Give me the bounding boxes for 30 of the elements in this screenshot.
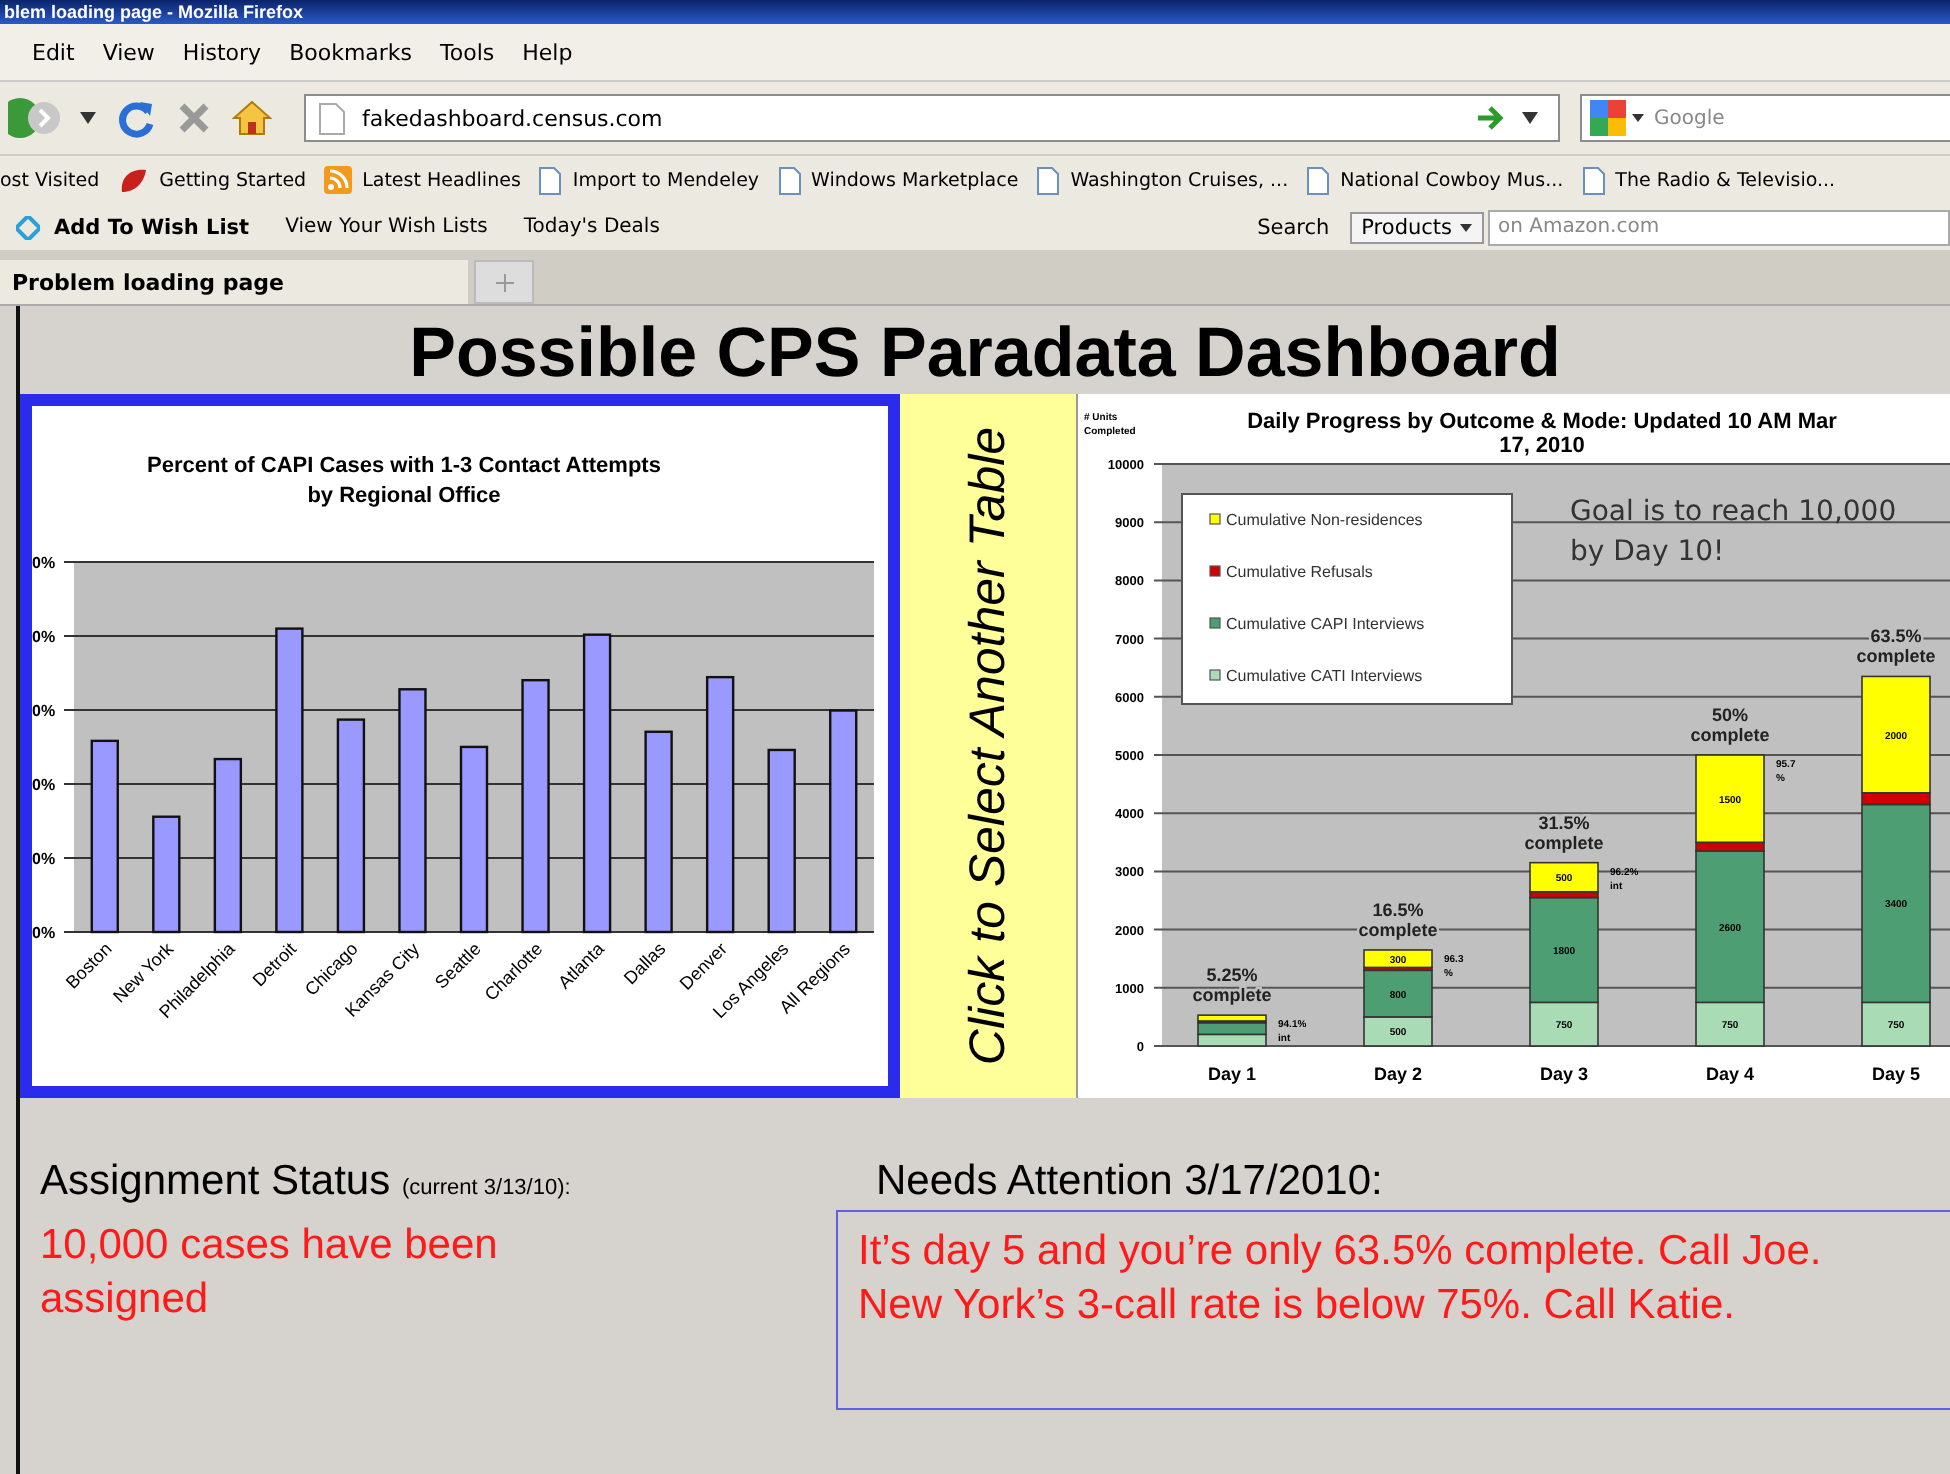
dashboard-title: Possible CPS Paradata Dashboard — [407, 314, 1563, 394]
chart-title: Daily Progress by Outcome & Mode: Updated 10 AM Mar 17, 2010 — [1247, 410, 1837, 458]
axis-tick-label: 0% — [32, 924, 56, 942]
category-label: Day 3 — [1539, 1064, 1589, 1084]
axis-tick-label: 0% — [32, 850, 56, 868]
axis-tick-label: 0% — [32, 554, 56, 572]
legend-label: Cumulative Refusals — [1226, 563, 1373, 581]
search-label: Search — [1257, 215, 1330, 239]
legend-label: Cumulative CAPI Interviews — [1226, 615, 1425, 633]
legend-label: Cumulative CATI Interviews — [1226, 667, 1423, 685]
percent-complete-label: 5.25% complete — [1192, 965, 1272, 1006]
legend-label: Cumulative Non-residences — [1226, 511, 1423, 529]
percent-complete-label: 31.5% complete — [1524, 812, 1604, 853]
chart-title: Percent of CAPI Cases with 1-3 Contact Attempts by Regional Office — [147, 454, 661, 508]
section-heading: Assignment Status — [40, 1158, 391, 1204]
section-heading: Needs Attention 3/17/2010: — [874, 1158, 1385, 1208]
category-label: Day 4 — [1705, 1064, 1755, 1084]
axis-tick-label: 0% — [32, 702, 56, 720]
category-label: Day 1 — [1207, 1064, 1257, 1084]
category-label: Day 5 — [1871, 1064, 1921, 1084]
date-note: (current 3/13/10): — [401, 1176, 571, 1200]
alert-message: New York’s 3-call rate is below 75%. Call Katie. — [858, 1280, 1737, 1332]
alert-message: It’s day 5 and you’re only 63.5% complete. Call Joe. — [858, 1226, 1824, 1278]
percent-complete-label: 50% complete — [1690, 705, 1770, 745]
goal-note: Goal is to reach 10,000 by Day 10! — [1570, 496, 1897, 568]
category-label: Day 2 — [1373, 1064, 1423, 1084]
axis-tick-label: 0% — [32, 776, 56, 794]
axis-tick-label: 0% — [32, 628, 56, 646]
window-title: blem loading page - Mozilla Firefox — [4, 2, 304, 22]
status-message: 10,000 cases have been assigned — [40, 1220, 500, 1326]
